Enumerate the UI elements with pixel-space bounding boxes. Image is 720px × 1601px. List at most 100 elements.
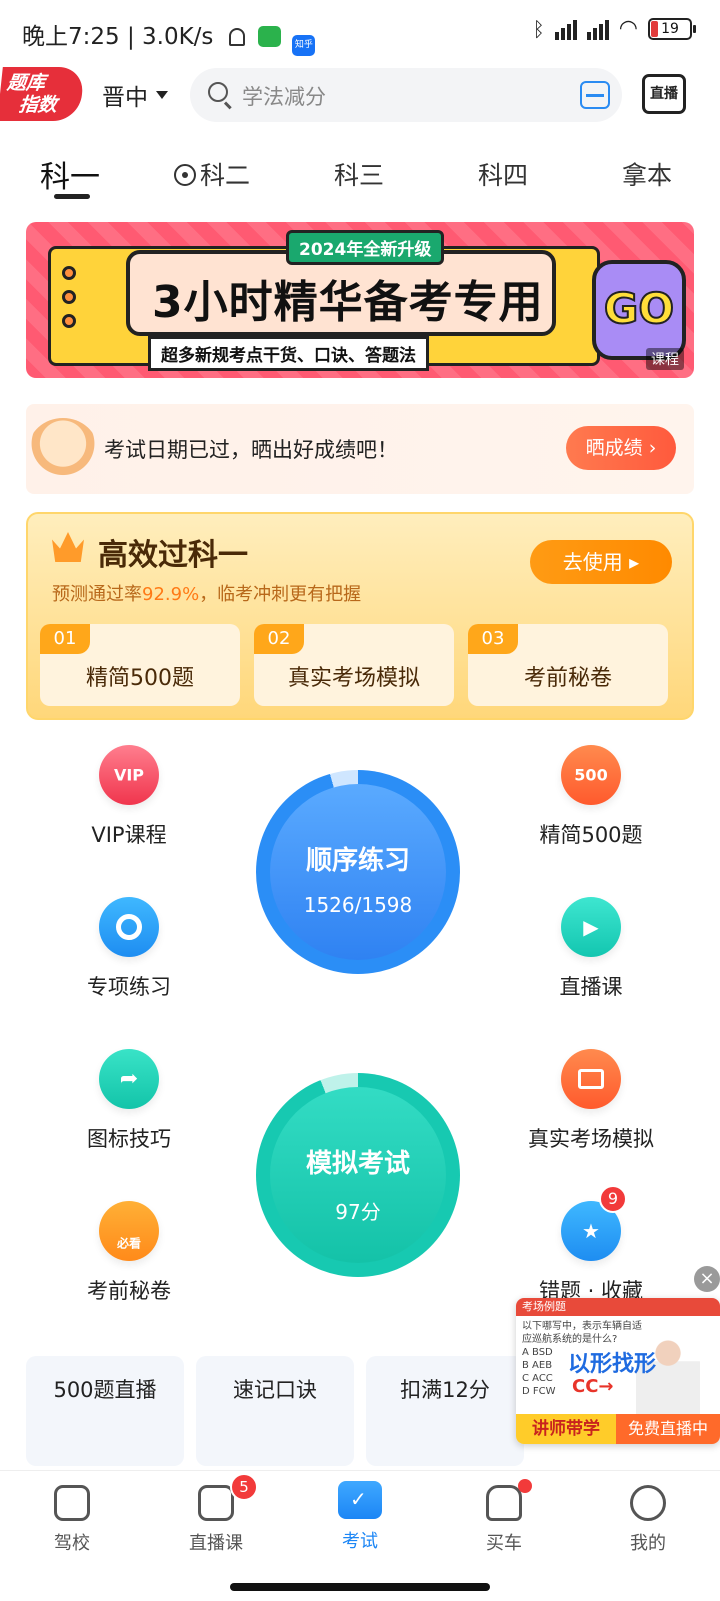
target-icon	[99, 897, 159, 957]
tv-icon	[198, 1485, 234, 1521]
mascot-icon	[28, 418, 98, 482]
banner-dot	[62, 266, 76, 280]
teacher-tag: 讲师带学	[516, 1414, 616, 1444]
banner-tag: 2024年全新升级	[286, 230, 445, 265]
result-card: 考试日期已过，晒出好成绩吧！ 晒成绩 ›	[26, 404, 694, 494]
sign-tips-item[interactable]: ➦ 图标技巧	[44, 1049, 214, 1153]
close-icon[interactable]: ×	[694, 1266, 720, 1292]
pass-title: 高效过科一	[98, 538, 248, 573]
nav-exam[interactable]: ✓ 考试	[288, 1479, 432, 1553]
secret-paper-item[interactable]: 必看 考前秘卷	[44, 1201, 214, 1305]
vip-course-item[interactable]: VIP VIP课程	[44, 745, 214, 849]
mock-exam-title: 模拟考试	[305, 1149, 410, 1179]
banner-headline: 3小时精华备考专用	[152, 277, 544, 328]
status-time: 晚上7:25 | 3.0K/s	[22, 24, 214, 50]
nav-live[interactable]: 5 直播课	[144, 1473, 288, 1555]
pass-card-no: 02	[254, 624, 304, 654]
battery-icon: 19	[648, 17, 696, 40]
tab-underline	[54, 194, 90, 199]
pass-subtitle: 预测通过率92.9%，临考冲刺更有把握	[52, 580, 361, 606]
mnemonic-card[interactable]: 速记口诀	[196, 1356, 354, 1466]
share-score-button[interactable]: 晒成绩 ›	[566, 426, 676, 470]
special-practice-item[interactable]: 专项练习	[44, 897, 214, 1001]
checklist-icon: 必看	[99, 1201, 159, 1261]
course-banner[interactable]: 2024年全新升级 3小时精华备考专用 超多新规考点干货、口诀、答题法 GO 课…	[26, 222, 694, 378]
home-indicator[interactable]	[230, 1583, 490, 1591]
search-bar[interactable]: 学法减分	[190, 68, 622, 122]
video-big-text: 以形找形	[568, 1352, 657, 1377]
mock-exam-button[interactable]: 模拟考试 97分	[256, 1073, 460, 1277]
live-badge: 5	[230, 1473, 258, 1501]
wechat-icon	[258, 26, 282, 47]
vip-icon-text: VIP	[113, 765, 145, 785]
live-class-item[interactable]: ▶ 直播课	[506, 897, 676, 1001]
banner-sub: 超多新规考点干货、口诀、答题法	[148, 336, 429, 371]
jj500-item[interactable]: 500 精简500题	[506, 745, 676, 849]
video-cc-text: CC→	[572, 1376, 614, 1397]
steering-wheel-icon	[174, 164, 196, 186]
live500-card[interactable]: 500题直播	[26, 1356, 184, 1466]
status-time-wrap: 晚上7:25 | 3.0K/s 知乎	[22, 17, 316, 56]
vip-course-label: VIP课程	[91, 823, 167, 847]
road-sign-icon: ➦	[99, 1049, 159, 1109]
tab-ke3[interactable]: 科三	[334, 156, 384, 192]
scan-icon[interactable]	[580, 81, 610, 109]
nav-label: 我的	[630, 1533, 666, 1554]
nav-label: 直播课	[189, 1533, 243, 1554]
wrong-count-badge: 9	[599, 1185, 627, 1213]
city-selector[interactable]: 晋中	[102, 78, 168, 112]
tab-ke1[interactable]: 科一	[40, 152, 100, 196]
deduct12-card[interactable]: 扣满12分	[366, 1356, 524, 1466]
app-screen: 晚上7:25 | 3.0K/s 知乎 ᛒ ◠ 19 题库 指数 晋中 学法减分 …	[0, 0, 720, 1601]
vip-icon: VIP	[99, 745, 159, 805]
order-practice-inner: 顺序练习 1526/1598	[270, 784, 446, 960]
wrong-fav-item[interactable]: ★ 9 错题 · 收藏	[506, 1185, 676, 1305]
wifi-icon: ◠	[618, 16, 638, 41]
pass-subtitle-prefix: 预测通过率	[52, 584, 142, 605]
video-icon: ▶	[561, 897, 621, 957]
nav-driving-school[interactable]: 驾校	[0, 1479, 144, 1555]
pass-card-no: 01	[40, 624, 90, 654]
bluetooth-icon: ᛒ	[532, 16, 545, 41]
jj500-icon: 500	[561, 745, 621, 805]
sign-tips-label: 图标技巧	[87, 1127, 171, 1151]
pass-card[interactable]: 01 精简500题	[40, 624, 240, 706]
nav-label: 驾校	[54, 1533, 90, 1554]
pass-card-no: 03	[468, 624, 518, 654]
folder-check-icon: ✓	[338, 1481, 382, 1519]
live-tv-button[interactable]: 直播	[642, 74, 686, 114]
pass-section: 高效过科一 预测通过率92.9%，临考冲刺更有把握 去使用 ▸ 01 精简500…	[26, 512, 694, 720]
nav-me[interactable]: 我的	[576, 1479, 720, 1555]
video-header: 考场例题	[516, 1298, 720, 1316]
car-icon	[486, 1485, 522, 1521]
live500-label: 500题直播	[53, 1378, 157, 1402]
search-placeholder: 学法减分	[242, 85, 326, 109]
banner-label: 课程	[646, 348, 684, 370]
nav-label: 买车	[486, 1533, 522, 1554]
mnemonic-label: 速记口诀	[233, 1378, 317, 1402]
pass-card[interactable]: 03 考前秘卷	[468, 624, 668, 706]
tab-naben[interactable]: 拿本	[622, 156, 672, 192]
smile-icon	[630, 1485, 666, 1521]
floating-live-video[interactable]: 考场例题 以下哪写中，表示车辆自适应巡航系统的是什么? A BSD B AEB …	[516, 1298, 720, 1444]
caret-down-icon	[156, 91, 168, 99]
tab-ke4[interactable]: 科四	[478, 156, 528, 192]
bookmark-star-icon: ★ 9	[561, 1185, 627, 1261]
pass-card[interactable]: 02 真实考场模拟	[254, 624, 454, 706]
order-practice-title: 顺序练习	[305, 846, 410, 876]
mute-icon	[228, 28, 245, 46]
pass-card-label: 真实考场模拟	[287, 666, 420, 691]
nav-buy-car[interactable]: 买车	[432, 1479, 576, 1555]
order-practice-button[interactable]: 顺序练习 1526/1598	[256, 770, 460, 974]
city-label: 晋中	[102, 85, 148, 111]
status-icons: ᛒ ◠ 19	[532, 16, 696, 41]
use-button[interactable]: 去使用 ▸	[530, 540, 672, 584]
live-class-label: 直播课	[559, 975, 623, 999]
result-text: 考试日期已过，晒出好成绩吧！	[104, 438, 398, 462]
subject-tabs: 科一 科二 科三 科四 拿本	[0, 150, 720, 204]
zhihu-icon: 知乎	[292, 35, 316, 56]
question-bank-logo[interactable]: 题库 指数	[0, 67, 85, 121]
bottom-nav: 驾校 5 直播课 ✓ 考试 买车 我的	[0, 1470, 720, 1568]
tab-ke2[interactable]: 科二	[174, 156, 250, 192]
real-exam-item[interactable]: 真实考场模拟	[506, 1049, 676, 1153]
